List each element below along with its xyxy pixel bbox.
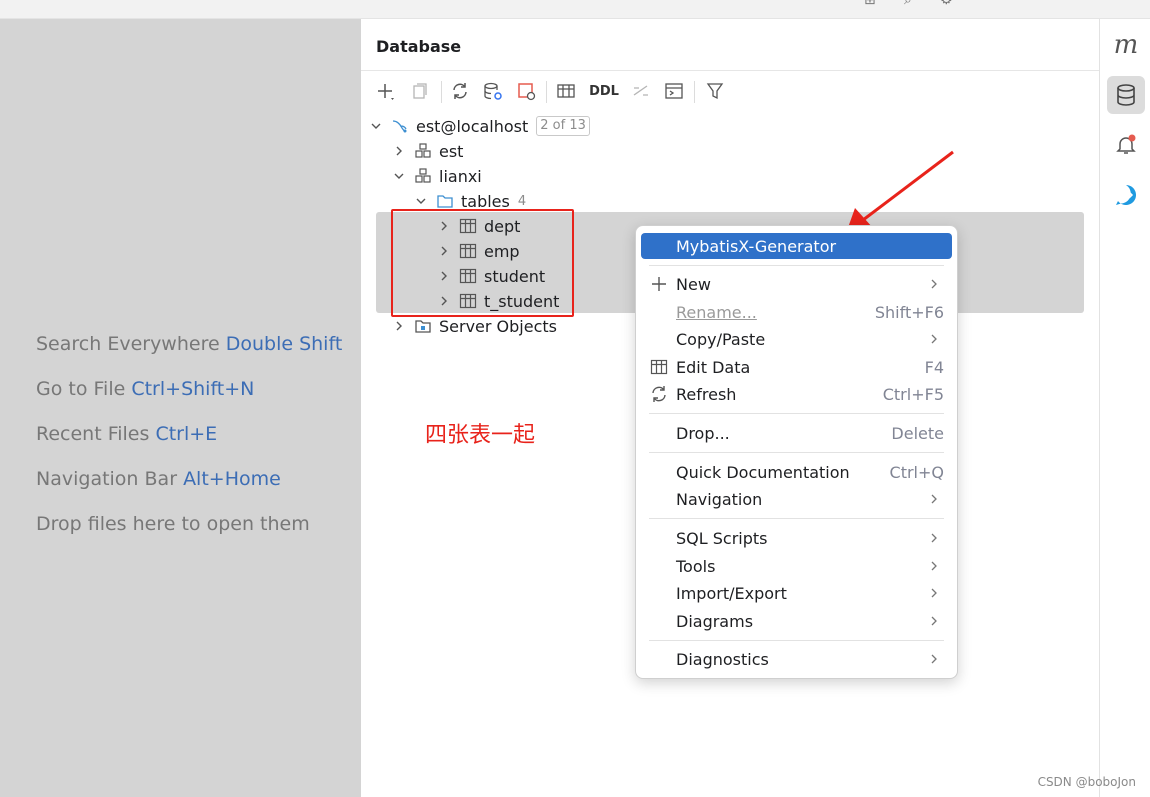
open-console-button[interactable] [660, 77, 688, 105]
schema-count-badge: 2 of 13 [536, 116, 590, 136]
diff-icon [633, 85, 648, 96]
database-toolbar: DDL [361, 77, 1099, 107]
annotation-red-box [391, 209, 574, 317]
editor-empty-area: Search Everywhere Double Shift Go to Fil… [0, 19, 361, 797]
database-tool-button[interactable] [1107, 76, 1145, 114]
chevron-right-icon [931, 616, 937, 626]
menu-item-diagnostics[interactable]: Diagnostics [641, 646, 952, 672]
chevron-right-icon [931, 279, 937, 289]
context-menu: MybatisX-Generator New Rename... Shift+F… [635, 225, 958, 679]
schema-label: est [439, 141, 464, 161]
menu-item-rename[interactable]: Rename... Shift+F6 [641, 299, 952, 325]
menu-item-navigation[interactable]: Navigation [641, 486, 952, 512]
menu-item-drop[interactable]: Drop... Delete [641, 420, 952, 446]
chevron-down-icon[interactable] [413, 193, 429, 209]
filter-icon [706, 83, 724, 100]
copy-icon [413, 83, 427, 99]
chevron-right-icon[interactable] [391, 143, 407, 159]
menu-item-quick-documentation[interactable]: Quick Documentation Ctrl+Q [641, 459, 952, 485]
search-icon[interactable]: ⌕ [904, 0, 912, 8]
tables-count: 4 [517, 193, 527, 209]
add-icon [650, 275, 668, 293]
chevron-down-icon[interactable] [391, 168, 407, 184]
menu-item-edit-data[interactable]: Edit Data F4 [641, 354, 952, 380]
ai-assistant-icon [1116, 185, 1136, 205]
tree-node-schema-lianxi[interactable]: lianxi [391, 164, 482, 188]
top-title-bar: ⊞ ⌕ ⚙ [0, 0, 1150, 19]
right-tool-strip: m [1099, 19, 1150, 797]
refresh-icon [453, 83, 467, 99]
jump-to-console-icon [518, 83, 536, 101]
schema-icon [413, 141, 433, 161]
refresh-icon [650, 385, 668, 403]
filter-button[interactable] [701, 77, 729, 105]
chevron-right-icon [931, 494, 937, 504]
menu-separator [649, 518, 944, 519]
hint-go-to-file: Go to File Ctrl+Shift+N [36, 378, 255, 400]
chevron-right-icon [931, 334, 937, 344]
hint-drop-files: Drop files here to open them [36, 513, 310, 535]
chevron-down-icon[interactable] [368, 118, 384, 134]
datasource-label: est@localhost [416, 116, 529, 136]
tree-node-schema-est[interactable]: est [391, 139, 463, 163]
toolbar-separator [546, 81, 547, 103]
annotation-text: 四张表一起 [425, 423, 536, 448]
chevron-right-icon[interactable] [391, 318, 407, 334]
menu-item-tools[interactable]: Tools [641, 553, 952, 579]
folder-icon [413, 316, 433, 336]
add-button[interactable] [371, 77, 399, 105]
copy-button[interactable] [405, 77, 433, 105]
panel-title: Database [376, 37, 462, 56]
server-objects-label: Server Objects [439, 316, 557, 336]
add-icon[interactable]: ⊞ [864, 0, 876, 8]
chevron-right-icon [931, 561, 937, 571]
mysql-icon [390, 116, 410, 136]
ai-assistant-button[interactable] [1107, 176, 1145, 214]
datasource-properties-button[interactable] [479, 77, 507, 105]
menu-item-import-export[interactable]: Import/Export [641, 580, 952, 606]
tree-node-datasource[interactable]: est@localhost 2 of 13 [368, 114, 590, 138]
menu-item-diagrams[interactable]: Diagrams [641, 608, 952, 634]
panel-header: Database [361, 19, 1099, 71]
refresh-button[interactable] [446, 77, 474, 105]
add-icon [378, 84, 394, 100]
chevron-right-icon [931, 654, 937, 664]
menu-separator [649, 640, 944, 641]
menu-item-sql-scripts[interactable]: SQL Scripts [641, 525, 952, 551]
menu-item-new[interactable]: New [641, 271, 952, 297]
menu-item-refresh[interactable]: Refresh Ctrl+F5 [641, 381, 952, 407]
hint-search-everywhere: Search Everywhere Double Shift [36, 333, 343, 355]
schema-label: lianxi [439, 166, 482, 186]
jump-to-console-button[interactable] [512, 77, 540, 105]
gear-icon[interactable]: ⚙ [940, 0, 953, 8]
hint-navigation-bar: Navigation Bar Alt+Home [36, 468, 281, 490]
tree-node-server-objects[interactable]: Server Objects [391, 314, 557, 338]
ddl-button[interactable]: DDL [586, 77, 622, 105]
toolbar-separator [441, 81, 442, 103]
menu-separator [649, 452, 944, 453]
compare-button[interactable] [627, 77, 655, 105]
menu-separator [649, 265, 944, 266]
table-icon [557, 84, 575, 98]
notifications-button[interactable] [1107, 126, 1145, 164]
table-view-button[interactable] [552, 77, 580, 105]
datasource-properties-icon [484, 82, 502, 100]
bell-icon [1116, 134, 1136, 154]
table-icon [650, 358, 668, 376]
menu-separator [649, 413, 944, 414]
menu-item-mybatisx-generator[interactable]: MybatisX-Generator [641, 233, 952, 259]
folder-icon [435, 191, 455, 211]
menu-item-copy-paste[interactable]: Copy/Paste [641, 326, 952, 352]
toolbar-separator [694, 81, 695, 103]
tables-folder-label: tables [461, 191, 510, 211]
chevron-right-icon [931, 533, 937, 543]
watermark: CSDN @boboJon [1037, 775, 1136, 789]
schema-icon [413, 166, 433, 186]
mybatis-logo-button[interactable]: m [1107, 26, 1145, 64]
console-icon [665, 83, 683, 99]
hint-recent-files: Recent Files Ctrl+E [36, 423, 218, 445]
database-icon [1117, 84, 1135, 106]
chevron-right-icon [931, 588, 937, 598]
